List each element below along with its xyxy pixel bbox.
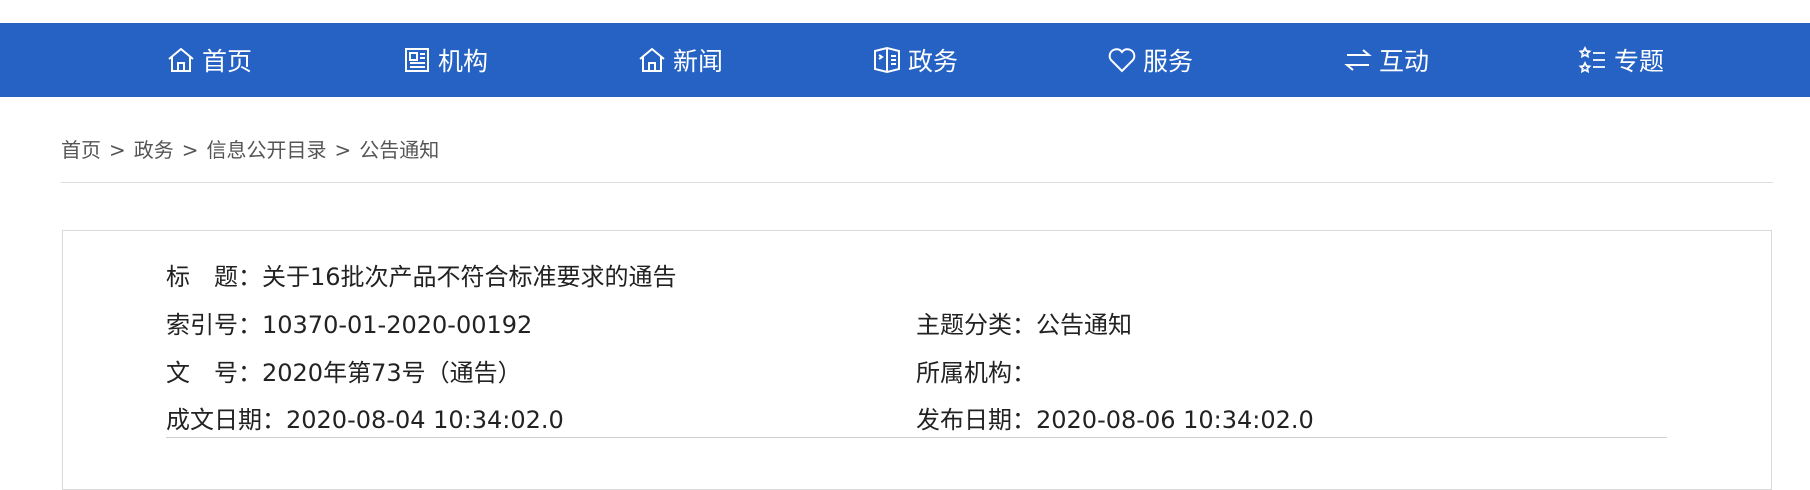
created-date-row: 成文日期：2020-08-04 10:34:02.0: [166, 400, 564, 435]
nav-item-label: 首页: [202, 47, 253, 76]
nav-item-label: 新闻: [673, 47, 724, 76]
home-icon: [168, 47, 194, 72]
nav-item-label: 专题: [1614, 47, 1665, 76]
nav-item-interaction[interactable]: 互动: [1343, 23, 1429, 97]
heart-icon: [1108, 48, 1136, 73]
info-divider: [166, 437, 1667, 438]
published-date-row: 发布日期：2020-08-06 10:34:02.0: [916, 400, 1314, 435]
nav-item-label: 政务: [908, 47, 959, 76]
news-icon: [639, 47, 665, 72]
published-date-label: 发布日期：: [916, 406, 1036, 434]
index-label: 索引号：: [166, 311, 262, 339]
nav-item-gov-affairs[interactable]: 政务: [872, 23, 958, 97]
nav-item-label: 互动: [1379, 47, 1430, 76]
index-row: 索引号：10370-01-2020-00192: [166, 305, 532, 340]
nav-item-org[interactable]: 机构: [402, 23, 488, 97]
category-row: 主题分类：公告通知: [916, 305, 1132, 340]
category-value: 公告通知: [1036, 311, 1132, 339]
nav-item-label: 服务: [1143, 47, 1194, 76]
nav-item-label: 机构: [438, 47, 489, 76]
breadcrumb-home[interactable]: 首页: [61, 138, 101, 162]
nav-item-home[interactable]: 首页: [166, 23, 252, 97]
published-date-value: 2020-08-06 10:34:02.0: [1036, 406, 1314, 434]
gov-affairs-icon: [874, 46, 900, 74]
category-label: 主题分类：: [916, 311, 1036, 339]
breadcrumb-gov-affairs[interactable]: 政务: [134, 138, 174, 162]
breadcrumb-notices[interactable]: 公告通知: [359, 138, 439, 162]
title-label: 标 题：: [166, 263, 262, 291]
docnum-label: 文 号：: [166, 359, 262, 387]
breadcrumb-divider: [61, 182, 1773, 183]
created-date-label: 成文日期：: [166, 406, 286, 434]
nav-item-topics[interactable]: 专题: [1578, 23, 1664, 97]
docnum-value: 2020年第73号（通告）: [262, 359, 522, 387]
title-value: 关于16批次产品不符合标准要求的通告: [262, 263, 677, 291]
org-label: 所属机构：: [916, 359, 1036, 387]
breadcrumb-separator: >: [334, 138, 352, 162]
docnum-row: 文 号：2020年第73号（通告）: [166, 353, 522, 388]
nav-item-news[interactable]: 新闻: [637, 23, 723, 97]
exchange-icon: [1344, 49, 1372, 71]
org-icon: [405, 48, 429, 72]
breadcrumb-info-directory[interactable]: 信息公开目录: [207, 138, 327, 162]
created-date-value: 2020-08-04 10:34:02.0: [286, 406, 564, 434]
breadcrumb-separator: >: [181, 138, 199, 162]
index-value: 10370-01-2020-00192: [262, 311, 533, 339]
breadcrumb: 首页 > 政务 > 信息公开目录 > 公告通知: [61, 134, 439, 163]
title-row: 标 题：关于16批次产品不符合标准要求的通告: [166, 257, 677, 292]
nav-item-service[interactable]: 服务: [1107, 23, 1193, 97]
main-nav-bar: 首页 机构 新闻 政务 服务 互动 专题: [0, 23, 1810, 97]
topics-icon: [1578, 45, 1605, 74]
org-row: 所属机构：: [916, 353, 1036, 388]
breadcrumb-separator: >: [109, 138, 126, 162]
